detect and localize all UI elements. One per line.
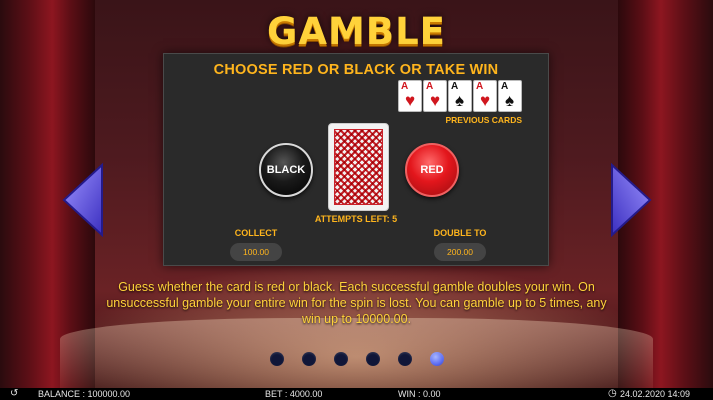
- status-bar: ↺ BALANCE : 100000.00 BET : 4000.00 WIN …: [0, 388, 713, 400]
- balance-display: BALANCE : 100000.00: [38, 389, 131, 399]
- arrow-left-icon[interactable]: [62, 163, 104, 237]
- spade-icon: ♠: [505, 91, 515, 110]
- arrow-right-icon[interactable]: [610, 163, 652, 237]
- previous-card: A ♥: [398, 80, 422, 112]
- double-to-value: 200.00: [434, 243, 486, 261]
- page-title: GAMBLE: [267, 10, 446, 53]
- previous-card: A ♥: [423, 80, 447, 112]
- datetime-display: 24.02.2020 14:09: [620, 389, 691, 399]
- page-indicator: [270, 352, 462, 366]
- page-dot[interactable]: [270, 352, 284, 366]
- red-button[interactable]: RED: [405, 143, 459, 197]
- heart-icon: ♥: [405, 91, 416, 110]
- bet-display: BET : 4000.00: [265, 389, 323, 399]
- heart-icon: ♥: [480, 91, 491, 110]
- spade-icon: ♠: [455, 91, 465, 110]
- previous-card: A ♥: [473, 80, 497, 112]
- card-back-pattern: [334, 129, 383, 205]
- previous-card: A ♠: [448, 80, 472, 112]
- previous-cards-label: PREVIOUS CARDS: [445, 115, 522, 125]
- win-display: WIN : 0.00: [398, 389, 441, 399]
- gamble-description: Guess whether the card is red or black. …: [106, 280, 607, 326]
- back-icon[interactable]: ↺: [10, 388, 18, 400]
- page-dot[interactable]: [334, 352, 348, 366]
- double-to-section: DOUBLE TO 200.00: [430, 228, 490, 261]
- collect-value[interactable]: 100.00: [230, 243, 282, 261]
- page-dot[interactable]: [366, 352, 380, 366]
- clock-icon: ◷: [608, 388, 617, 399]
- gamble-headline: CHOOSE RED OR BLACK OR TAKE WIN: [213, 62, 499, 78]
- heart-icon: ♥: [430, 91, 441, 110]
- page-dot[interactable]: [302, 352, 316, 366]
- face-down-card: [328, 123, 389, 211]
- page-dot[interactable]: [398, 352, 412, 366]
- attempts-left: ATTEMPTS LEFT: 5: [314, 214, 398, 224]
- page-dot[interactable]: [430, 352, 444, 366]
- collect-section[interactable]: COLLECT 100.00: [226, 228, 286, 261]
- black-button-label: BLACK: [266, 164, 306, 176]
- gamble-panel: CHOOSE RED OR BLACK OR TAKE WIN A ♥ A ♥ A ♠ A ♥…: [163, 53, 549, 266]
- black-button[interactable]: BLACK: [259, 143, 313, 197]
- previous-card: A ♠: [498, 80, 522, 112]
- collect-label: COLLECT: [234, 228, 278, 238]
- previous-cards: A ♥ A ♥ A ♠ A ♥ A ♠: [397, 80, 522, 112]
- red-button-label: RED: [420, 164, 444, 176]
- double-to-label: DOUBLE TO: [433, 228, 487, 238]
